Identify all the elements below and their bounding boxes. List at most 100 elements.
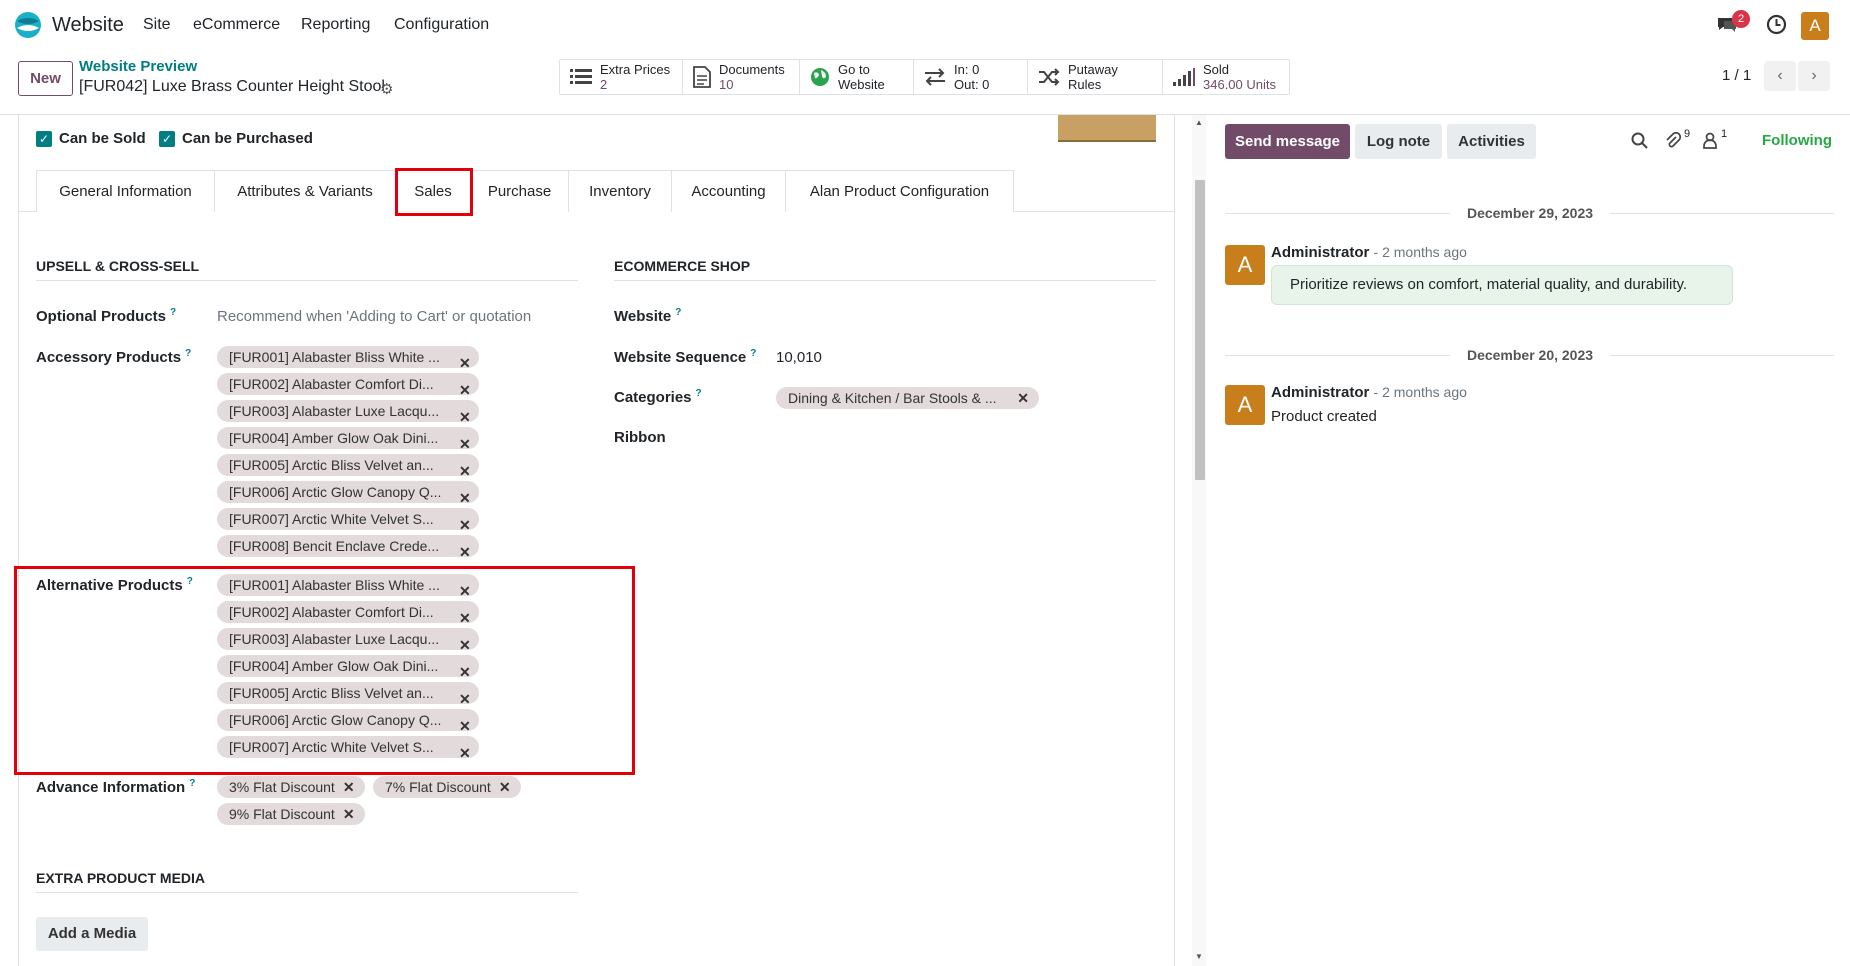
optional-products-label-text: Optional Products [36, 308, 167, 325]
remove-tag-icon[interactable]: ✕ [459, 688, 471, 710]
remove-tag-icon[interactable]: ✕ [459, 580, 471, 602]
scroll-down-arrow-icon[interactable]: ▼ [1195, 952, 1203, 961]
app-name[interactable]: Website [52, 14, 124, 37]
activities-button[interactable]: Activities [1447, 124, 1536, 159]
documents-button[interactable]: Documents 10 [683, 60, 800, 94]
product-tag[interactable]: [FUR008] Bencit Enclave Crede... ✕ [217, 535, 479, 560]
globe-icon [810, 67, 830, 87]
help-icon[interactable]: ? [675, 307, 681, 318]
product-tag[interactable]: [FUR002] Alabaster Comfort Di... ✕ [217, 601, 479, 626]
tab-inventory[interactable]: Inventory [568, 170, 672, 212]
remove-tag-icon[interactable]: ✕ [459, 487, 471, 509]
product-tag[interactable]: [FUR003] Alabaster Luxe Lacqu... ✕ [217, 400, 479, 425]
following-button[interactable]: Following [1762, 132, 1832, 149]
remove-tag-icon[interactable]: ✕ [343, 776, 355, 798]
author-avatar[interactable]: A [1225, 245, 1265, 285]
remove-tag-icon[interactable]: ✕ [459, 661, 471, 683]
advance-tag[interactable]: 7% Flat Discount ✕ [373, 776, 521, 798]
tab-purchase[interactable]: Purchase [470, 170, 569, 212]
advance-tag[interactable]: 3% Flat Discount ✕ [217, 776, 365, 798]
product-tag[interactable]: [FUR007] Arctic White Velvet S... ✕ [217, 508, 479, 533]
message-author-name[interactable]: Administrator [1271, 384, 1369, 401]
product-tag[interactable]: [FUR006] Arctic Glow Canopy Q... ✕ [217, 481, 479, 506]
menu-site[interactable]: Site [143, 16, 171, 34]
add-media-button[interactable]: Add a Media [36, 917, 148, 951]
in-out-button[interactable]: In: 0 Out: 0 [914, 60, 1028, 94]
new-button[interactable]: New [18, 61, 73, 96]
clock-icon[interactable] [1766, 14, 1787, 35]
advance-tag[interactable]: 9% Flat Discount ✕ [217, 803, 365, 825]
help-icon[interactable]: ? [170, 307, 176, 318]
search-icon[interactable] [1631, 132, 1648, 149]
help-icon[interactable]: ? [187, 576, 193, 587]
tab-alan-product-configuration[interactable]: Alan Product Configuration [785, 170, 1014, 212]
product-tag[interactable]: [FUR005] Arctic Bliss Velvet an... ✕ [217, 454, 479, 479]
remove-tag-icon[interactable]: ✕ [459, 379, 471, 401]
help-icon[interactable]: ? [750, 348, 756, 359]
message-body: Product created [1271, 408, 1377, 425]
product-tag[interactable]: [FUR003] Alabaster Luxe Lacqu... ✕ [217, 628, 479, 653]
product-tag[interactable]: [FUR007] Arctic White Velvet S... ✕ [217, 736, 479, 761]
message-author-name[interactable]: Administrator [1271, 244, 1369, 261]
remove-tag-icon[interactable]: ✕ [459, 541, 471, 563]
remove-tag-icon[interactable]: ✕ [459, 607, 471, 629]
go-to-label: Go to [838, 62, 870, 77]
product-image[interactable] [1058, 115, 1156, 142]
product-tag-label: [FUR007] Arctic White Velvet S... [229, 511, 434, 527]
optional-products-input[interactable]: Recommend when 'Adding to Cart' or quota… [217, 308, 531, 325]
category-tag[interactable]: Dining & Kitchen / Bar Stools & ... ✕ [776, 387, 1039, 409]
help-icon[interactable]: ? [185, 348, 191, 359]
scroll-up-arrow-icon[interactable]: ▲ [1195, 118, 1203, 127]
product-tag[interactable]: [FUR005] Arctic Bliss Velvet an... ✕ [217, 682, 479, 707]
remove-tag-icon[interactable]: ✕ [459, 715, 471, 737]
product-tag[interactable]: [FUR006] Arctic Glow Canopy Q... ✕ [217, 709, 479, 734]
pager-previous-button[interactable]: ‹ [1764, 61, 1796, 91]
go-to-website-button[interactable]: Go to Website [800, 60, 914, 94]
can-be-purchased-checkbox[interactable]: ✓ [159, 131, 175, 147]
remove-tag-icon[interactable]: ✕ [459, 460, 471, 482]
remove-tag-icon[interactable]: ✕ [459, 433, 471, 455]
sold-button[interactable]: Sold 346.00 Units [1163, 60, 1289, 94]
tab-general-information[interactable]: General Information [36, 170, 215, 212]
product-tag[interactable]: [FUR001] Alabaster Bliss White ... ✕ [217, 346, 479, 371]
product-tag[interactable]: [FUR002] Alabaster Comfort Di... ✕ [217, 373, 479, 398]
gear-icon[interactable]: ⚙ [380, 80, 393, 98]
menu-configuration[interactable]: Configuration [394, 16, 489, 34]
help-icon[interactable]: ? [189, 778, 195, 789]
tab-attributes-variants[interactable]: Attributes & Variants [214, 170, 396, 212]
remove-tag-icon[interactable]: ✕ [499, 776, 511, 798]
breadcrumb-website-preview[interactable]: Website Preview [79, 58, 197, 75]
remove-tag-icon[interactable]: ✕ [459, 634, 471, 656]
remove-tag-icon[interactable]: ✕ [1017, 387, 1029, 409]
can-be-sold-checkbox[interactable]: ✓ [36, 131, 52, 147]
author-avatar[interactable]: A [1225, 385, 1265, 425]
remove-tag-icon[interactable]: ✕ [459, 514, 471, 536]
menu-ecommerce[interactable]: eCommerce [193, 16, 280, 34]
can-be-sold-label: Can be Sold [59, 130, 146, 147]
remove-tag-icon[interactable]: ✕ [459, 406, 471, 428]
tab-accounting[interactable]: Accounting [671, 170, 786, 212]
form-scrollbar-thumb[interactable] [1195, 180, 1205, 480]
product-tag[interactable]: [FUR004] Amber Glow Oak Dini... ✕ [217, 655, 479, 680]
remove-tag-icon[interactable]: ✕ [459, 742, 471, 764]
putaway-rules-button[interactable]: Putaway Rules [1028, 60, 1163, 94]
help-icon[interactable]: ? [696, 388, 702, 399]
message-time: - 2 months ago [1373, 384, 1467, 400]
product-tag[interactable]: [FUR004] Amber Glow Oak Dini... ✕ [217, 427, 479, 452]
product-tag-label: [FUR001] Alabaster Bliss White ... [229, 577, 440, 593]
follower-icon[interactable] [1702, 132, 1718, 149]
paperclip-icon[interactable] [1664, 132, 1681, 149]
website-sequence-input[interactable]: 10,010 [776, 349, 822, 366]
extra-prices-button[interactable]: Extra Prices 2 [560, 60, 683, 94]
remove-tag-icon[interactable]: ✕ [459, 352, 471, 374]
pager-value[interactable]: 1 / 1 [1722, 67, 1751, 84]
menu-reporting[interactable]: Reporting [301, 16, 370, 34]
user-avatar[interactable]: A [1801, 12, 1829, 40]
pager-next-button[interactable]: › [1798, 61, 1830, 91]
product-tag[interactable]: [FUR001] Alabaster Bliss White ... ✕ [217, 574, 479, 599]
remove-tag-icon[interactable]: ✕ [343, 803, 355, 825]
log-note-button[interactable]: Log note [1355, 124, 1442, 159]
send-message-button[interactable]: Send message [1225, 124, 1350, 159]
website-app-icon[interactable] [14, 11, 42, 39]
product-tag-label: [FUR003] Alabaster Luxe Lacqu... [229, 403, 440, 419]
